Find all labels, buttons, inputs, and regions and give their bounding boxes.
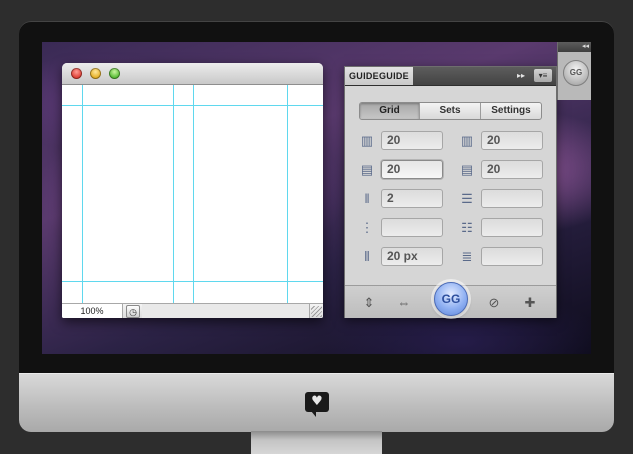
heart-logo-icon: ♥ <box>305 392 329 417</box>
close-window-button[interactable] <box>71 68 82 79</box>
row-gutter-icon: ≣ <box>461 249 473 264</box>
panel-tab-bar: GUIDEGUIDE ▸▸ ▾≡ <box>345 67 556 86</box>
column-width-icon: ⋮ <box>360 220 374 235</box>
zoom-level-field[interactable]: 100% <box>62 304 123 318</box>
mode-segmented-control: Grid Sets Settings <box>359 102 542 120</box>
vertical-guide <box>287 85 288 303</box>
column-gutter-field[interactable]: 20 px <box>381 247 443 266</box>
row-gutter-field[interactable] <box>481 247 543 266</box>
horizontal-guide <box>62 281 323 282</box>
tab-grid[interactable]: Grid <box>360 103 419 119</box>
row-height-icon: ☷ <box>461 220 473 235</box>
bottom-margin-field[interactable]: 20 <box>481 160 543 179</box>
add-set-icon[interactable]: ✚ <box>522 295 538 311</box>
make-guides-button[interactable]: GG <box>434 282 468 316</box>
column-width-field[interactable] <box>381 218 443 237</box>
status-menu-button[interactable]: ◷ <box>126 305 140 318</box>
minimize-window-button[interactable] <box>90 68 101 79</box>
column-count-field[interactable]: 2 <box>381 189 443 208</box>
right-margin-field[interactable]: 20 <box>481 131 543 150</box>
panel-footer: ⇕ ⇔ GG ⊘ ✚ <box>345 282 556 318</box>
clear-guides-icon[interactable]: ⊘ <box>486 295 502 311</box>
guideguide-dock-button[interactable]: GG <box>563 60 589 86</box>
vertical-guide <box>82 85 83 303</box>
bottom-margin-icon: ▤ <box>460 162 474 177</box>
document-status-bar: 100% ◷ <box>62 303 323 318</box>
imac-stand <box>251 431 382 454</box>
horizontal-scrollbar[interactable] <box>142 304 310 318</box>
right-margin-icon: ▥ <box>460 133 474 148</box>
top-margin-icon: ▤ <box>360 162 374 177</box>
guideguide-panel: GUIDEGUIDE ▸▸ ▾≡ Grid Sets Settings ▥ 20… <box>344 66 557 318</box>
column-count-icon: ‖ <box>364 191 370 206</box>
expand-dock-icon[interactable]: ◂◂ <box>582 42 589 52</box>
row-count-field[interactable] <box>481 189 543 208</box>
document-titlebar[interactable] <box>62 63 323 85</box>
document-canvas[interactable] <box>62 85 323 303</box>
zoom-window-button[interactable] <box>109 68 120 79</box>
midpoint-horizontal-icon[interactable]: ⇕ <box>361 295 377 311</box>
row-count-icon: ☰ <box>461 191 473 206</box>
tab-settings[interactable]: Settings <box>481 103 541 119</box>
panel-tab-guideguide[interactable]: GUIDEGUIDE <box>345 67 413 85</box>
horizontal-guide <box>62 105 323 106</box>
collapse-panel-icon[interactable]: ▸▸ <box>515 70 527 82</box>
document-window: 100% ◷ <box>62 63 323 318</box>
row-height-field[interactable] <box>481 218 543 237</box>
top-margin-field[interactable]: 20 <box>381 160 443 179</box>
column-gutter-icon: ⦀ <box>364 249 370 264</box>
panel-dock: ◂◂ GG <box>557 42 591 100</box>
left-margin-icon: ▥ <box>360 133 374 148</box>
resize-grip-icon[interactable] <box>311 306 322 317</box>
desktop-screen: 100% ◷ GUIDEGUIDE ▸▸ ▾≡ Grid Sets Settin… <box>42 42 591 354</box>
midpoint-vertical-icon[interactable]: ⇔ <box>396 295 412 311</box>
panel-menu-icon[interactable]: ▾≡ <box>534 69 552 82</box>
left-margin-field[interactable]: 20 <box>381 131 443 150</box>
dock-header: ◂◂ <box>558 42 591 52</box>
vertical-guide <box>193 85 194 303</box>
vertical-guide <box>173 85 174 303</box>
tab-sets[interactable]: Sets <box>420 103 480 119</box>
